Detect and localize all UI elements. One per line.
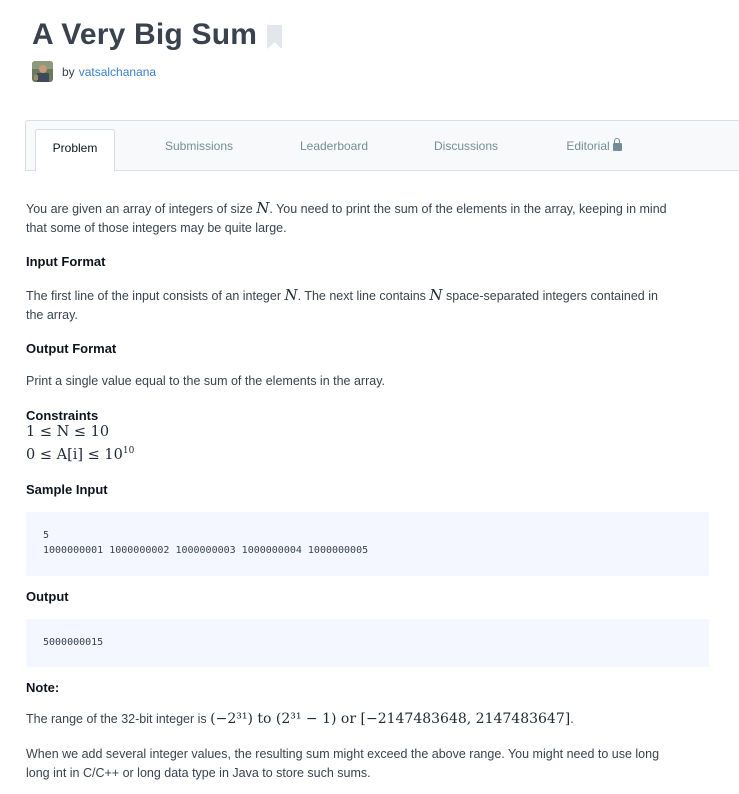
author-row: by vatsalchanana [32,61,156,82]
code-line: 1000000001 1000000002 1000000003 1000000… [43,545,369,556]
bookmark-icon[interactable] [267,25,283,49]
constraint-1: 1 ≤ N ≤ 10 [26,424,110,440]
math-var: N [284,286,298,304]
lock-icon [612,138,622,151]
challenge-tabs: Problem Submissions Leaderboard Discussi… [25,120,739,172]
math-var: N [429,286,443,304]
author-avatar[interactable] [32,61,53,82]
constraint-2-base: 0 ≤ A[i] ≤ 10 [26,446,123,463]
input-text: The first line of the input consists of … [26,289,285,303]
tab-leaderboard[interactable]: Leaderboard [289,121,379,171]
input-text: . The next line contains [297,289,430,303]
note-text: long int in C/C++ or long data type in J… [26,766,371,780]
challenge-header: A Very Big Sum [32,18,283,52]
intro-text: You are given an array of integers of si… [26,202,257,216]
input-format-paragraph: The first line of the input consists of … [26,286,716,325]
tab-label: Editorial [566,139,610,153]
math-var: N [256,199,270,217]
tab-label: Problem [52,141,98,155]
intro-paragraph: You are given an array of integers of si… [26,199,716,238]
code-line: 5 [43,530,50,541]
intro-text: . You need to print the sum of the eleme… [269,202,667,216]
sample-output-heading: Output [26,589,69,604]
note-text: The range of the 32-bit integer is [26,712,211,726]
tab-problem[interactable]: Problem [35,129,115,172]
constraint-2-exp: 10 [122,446,135,456]
by-label: by [62,64,75,79]
constraint-2: 0 ≤ A[i] ≤ 1010 [26,442,134,464]
note-heading: Note: [26,680,60,695]
input-format-heading: Input Format [26,254,106,269]
sample-input-heading: Sample Input [26,482,108,497]
tab-label: Submissions [164,139,234,153]
author-link[interactable]: vatsalchanana [79,65,156,79]
input-text: space-separated integers contained in [442,289,658,303]
challenge-title: A Very Big Sum [32,18,258,51]
output-format-text: Print a single value equal to the sum of… [26,374,385,388]
note-sum-paragraph: When we add several integer values, the … [26,745,726,783]
sample-output-code: 5000000015 [26,619,709,667]
tab-label: Discussions [433,139,499,153]
note-math: (−2³¹) to (2³¹ − 1) or [−2147483648, 214… [210,711,571,727]
input-text: the array. [26,308,78,322]
note-text: . [570,712,574,726]
tab-discussions[interactable]: Discussions [421,121,511,171]
note-text: When we add several integer values, the … [26,747,660,761]
tab-label: Leaderboard [299,139,369,153]
note-range-paragraph: The range of the 32-bit integer is (−2³¹… [26,710,716,729]
code-line: 5000000015 [43,637,104,648]
tab-submissions[interactable]: Submissions [154,121,244,171]
sample-input-code: 5 1000000001 1000000002 1000000003 10000… [26,512,709,576]
output-format-heading: Output Format [26,341,117,356]
intro-text: that some of those integers may be quite… [26,221,287,235]
tab-editorial[interactable]: Editorial [554,121,634,171]
